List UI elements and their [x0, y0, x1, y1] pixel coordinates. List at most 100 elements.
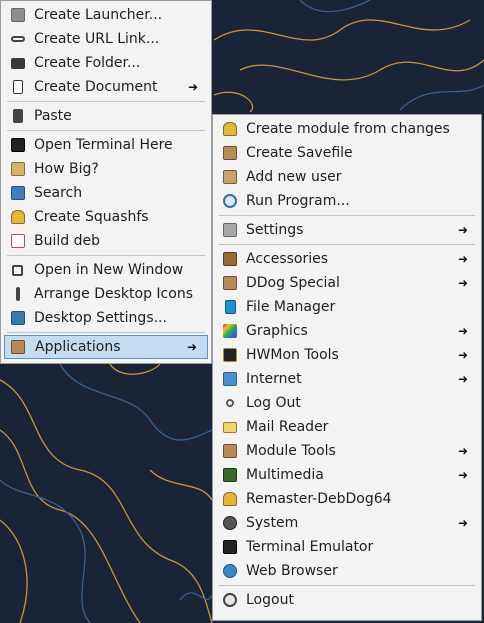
menu-item-label: Open Terminal Here — [34, 137, 173, 153]
menu-item-label: How Big? — [34, 161, 99, 177]
create-launcher-item[interactable]: Create Launcher... — [4, 3, 208, 27]
applications-submenu: Create module from changes Create Savefi… — [212, 114, 482, 621]
file-manager-item[interactable]: File Manager — [216, 295, 478, 319]
menu-item-label: Log Out — [246, 395, 301, 411]
disk-usage-icon — [11, 162, 25, 176]
submenu-arrow-icon: ➜ — [457, 324, 469, 338]
create-folder-item[interactable]: Create Folder... — [4, 51, 208, 75]
menu-item-label: HWMon Tools — [246, 347, 339, 363]
settings-item[interactable]: Settings ➜ — [216, 218, 478, 242]
remaster-item[interactable]: Remaster-DebDog64 — [216, 487, 478, 511]
run-program-item[interactable]: Run Program... — [216, 189, 478, 213]
menu-item-label: Create URL Link... — [34, 31, 160, 47]
internet-icon — [223, 372, 237, 386]
menu-item-label: System — [246, 515, 299, 531]
applications-item[interactable]: Applications ➜ — [4, 335, 208, 359]
open-terminal-item[interactable]: Open Terminal Here — [4, 133, 208, 157]
remaster-icon — [223, 492, 237, 506]
add-new-user-item[interactable]: Add new user — [216, 165, 478, 189]
create-savefile-item[interactable]: Create Savefile — [216, 141, 478, 165]
logout-item[interactable]: Logout — [216, 588, 478, 612]
logout-small-icon — [226, 399, 234, 407]
menu-item-label: Multimedia — [246, 467, 324, 483]
menu-separator — [7, 255, 205, 256]
document-icon — [13, 80, 23, 94]
new-window-icon — [12, 265, 23, 276]
internet-item[interactable]: Internet ➜ — [216, 367, 478, 391]
mail-icon — [223, 422, 237, 433]
menu-item-label: Create Savefile — [246, 145, 353, 161]
graphics-item[interactable]: Graphics ➜ — [216, 319, 478, 343]
paste-item[interactable]: Paste — [4, 104, 208, 128]
system-item[interactable]: System ➜ — [216, 511, 478, 535]
menu-item-label: Create Document — [34, 79, 158, 95]
terminal-emulator-item[interactable]: Terminal Emulator — [216, 535, 478, 559]
menu-separator — [219, 215, 475, 216]
submenu-arrow-icon: ➜ — [457, 468, 469, 482]
search-icon — [11, 186, 25, 200]
how-big-item[interactable]: How Big? — [4, 157, 208, 181]
module-tools-item[interactable]: Module Tools ➜ — [216, 439, 478, 463]
menu-item-label: Create Squashfs — [34, 209, 149, 225]
menu-item-label: Paste — [34, 108, 72, 124]
hwmon-tools-item[interactable]: HWMon Tools ➜ — [216, 343, 478, 367]
add-user-icon — [223, 170, 237, 184]
menu-item-label: Graphics — [246, 323, 308, 339]
create-url-link-item[interactable]: Create URL Link... — [4, 27, 208, 51]
menu-item-label: Accessories — [246, 251, 329, 267]
menu-item-label: File Manager — [246, 299, 336, 315]
arrange-icon — [16, 287, 20, 301]
ddog-special-item[interactable]: DDog Special ➜ — [216, 271, 478, 295]
web-browser-item[interactable]: Web Browser — [216, 559, 478, 583]
accessories-icon — [223, 252, 237, 266]
menu-item-label: Run Program... — [246, 193, 350, 209]
build-deb-item[interactable]: Build deb — [4, 229, 208, 253]
submenu-arrow-icon: ➜ — [457, 444, 469, 458]
menu-item-label: Add new user — [246, 169, 342, 185]
menu-separator — [7, 332, 205, 333]
create-squashfs-item[interactable]: Create Squashfs — [4, 205, 208, 229]
link-icon — [11, 36, 25, 42]
menu-separator — [219, 585, 475, 586]
log-out-item[interactable]: Log Out — [216, 391, 478, 415]
desktop-settings-item[interactable]: Desktop Settings... — [4, 306, 208, 330]
module-icon — [223, 122, 237, 136]
menu-separator — [7, 130, 205, 131]
menu-item-label: Remaster-DebDog64 — [246, 491, 392, 507]
arrange-desktop-icons-item[interactable]: Arrange Desktop Icons — [4, 282, 208, 306]
menu-separator — [219, 244, 475, 245]
mail-reader-item[interactable]: Mail Reader — [216, 415, 478, 439]
create-document-item[interactable]: Create Document ➜ — [4, 75, 208, 99]
submenu-arrow-icon: ➜ — [457, 223, 469, 237]
menu-item-label: Search — [34, 185, 83, 201]
menu-item-label: Create Launcher... — [34, 7, 163, 23]
submenu-arrow-icon: ➜ — [457, 276, 469, 290]
logout-icon — [223, 593, 237, 607]
web-browser-icon — [223, 564, 237, 578]
file-manager-icon — [225, 300, 236, 314]
submenu-arrow-icon: ➜ — [186, 340, 198, 354]
hwmon-icon — [223, 348, 237, 362]
submenu-arrow-icon: ➜ — [457, 372, 469, 386]
terminal-emulator-icon — [223, 540, 237, 554]
submenu-arrow-icon: ➜ — [457, 348, 469, 362]
menu-item-label: Applications — [35, 339, 121, 355]
run-program-icon — [223, 194, 237, 208]
open-new-window-item[interactable]: Open in New Window — [4, 258, 208, 282]
graphics-icon — [223, 324, 237, 338]
search-item[interactable]: Search — [4, 181, 208, 205]
menu-item-label: Build deb — [34, 233, 100, 249]
system-icon — [223, 516, 237, 530]
multimedia-item[interactable]: Multimedia ➜ — [216, 463, 478, 487]
submenu-arrow-icon: ➜ — [457, 516, 469, 530]
submenu-arrow-icon: ➜ — [457, 252, 469, 266]
accessories-item[interactable]: Accessories ➜ — [216, 247, 478, 271]
menu-item-label: Module Tools — [246, 443, 336, 459]
ddog-icon — [223, 276, 237, 290]
menu-item-label: Internet — [246, 371, 302, 387]
desktop-settings-icon — [11, 311, 25, 325]
menu-item-label: Terminal Emulator — [246, 539, 374, 555]
desktop-context-menu: Create Launcher... Create URL Link... Cr… — [0, 0, 212, 364]
menu-item-label: Arrange Desktop Icons — [34, 286, 193, 302]
create-module-item[interactable]: Create module from changes — [216, 117, 478, 141]
